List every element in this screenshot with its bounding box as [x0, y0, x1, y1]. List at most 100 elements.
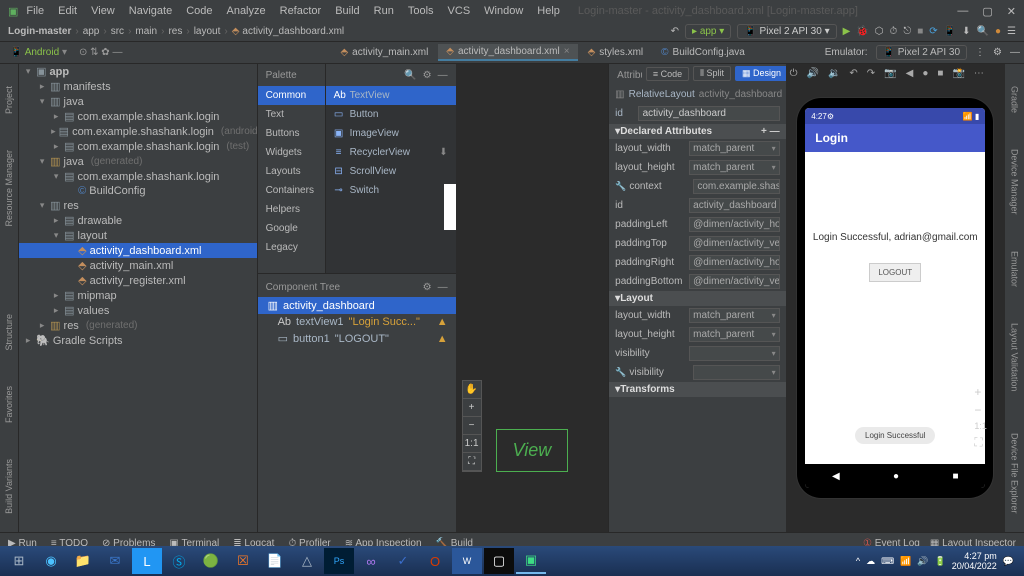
emu-power-icon[interactable]: ⏻ — [790, 68, 798, 79]
menu-build[interactable]: Build — [329, 3, 365, 19]
palette-cat-buttons[interactable]: Buttons — [258, 124, 325, 143]
mode-split[interactable]: ⫴ Split — [693, 66, 731, 81]
menu-window[interactable]: Window — [478, 3, 529, 19]
crumb-src[interactable]: src — [111, 26, 124, 37]
menu-run[interactable]: Run — [368, 3, 400, 19]
notif-icon[interactable]: ☰ — [1007, 26, 1016, 37]
add-attr-icon[interactable]: + — — [761, 126, 780, 137]
hide-icon[interactable]: — — [1010, 47, 1020, 58]
run-config-selector[interactable]: ▸ app ▾ — [685, 24, 731, 39]
emu-zoom-full[interactable]: ⛶ — [974, 435, 987, 450]
tool-device-manager[interactable]: Device Manager — [1009, 149, 1019, 215]
zoom-full-icon[interactable]: ⛶ — [463, 453, 481, 471]
coverage-icon[interactable]: ⬡ — [875, 26, 884, 37]
ctree-textview[interactable]: Ab textView1 "Login Succ..."▲ — [258, 314, 456, 330]
crumb-app[interactable]: app — [83, 26, 100, 37]
tb-vs[interactable]: ∞ — [356, 548, 386, 574]
palette-textview[interactable]: AbTextView — [326, 86, 456, 105]
tray-onedrive-icon[interactable]: ☁ — [866, 556, 875, 567]
tray-sound-icon[interactable]: 🔊 — [917, 556, 928, 567]
tray-date[interactable]: 20/04/2022 — [952, 561, 997, 571]
tray-notif-icon[interactable]: 💬 — [1003, 556, 1014, 567]
palette-cat-google[interactable]: Google — [258, 219, 325, 238]
more-icon[interactable]: ⋮ — [975, 47, 985, 58]
tab-activity-main[interactable]: ⬘activity_main.xml — [332, 44, 436, 61]
tb-edge[interactable]: ◉ — [36, 548, 66, 574]
palette-switch[interactable]: ⊸Switch — [326, 181, 456, 200]
ctree-root[interactable]: ▥ activity_dashboard — [258, 297, 456, 314]
tool-gradle[interactable]: Gradle — [1009, 86, 1019, 113]
crumb-res[interactable]: res — [168, 26, 182, 37]
tray-time[interactable]: 4:27 pm — [952, 551, 997, 561]
search-icon[interactable]: 🔍 — [977, 26, 989, 37]
emu-back-icon[interactable]: ◀ — [906, 68, 914, 79]
attr-visibility[interactable] — [689, 346, 779, 361]
nav-overview-icon[interactable]: ■ — [952, 471, 958, 482]
menu-tools[interactable]: Tools — [402, 3, 440, 19]
palette-cat-layouts[interactable]: Layouts — [258, 162, 325, 181]
zoom-in-icon[interactable]: + — [463, 399, 481, 417]
design-surface[interactable]: ✋ + − 1:1 ⛶ View — [456, 64, 609, 532]
palette-scrollview[interactable]: ⊟ScrollView — [326, 162, 456, 181]
palette-button[interactable]: ▭Button — [326, 105, 456, 124]
tb-mail[interactable]: ✉ — [100, 548, 130, 574]
tab-buildconfig[interactable]: ©BuildConfig.java — [653, 44, 753, 61]
avd-icon[interactable]: 📱 — [944, 26, 956, 37]
tb-xampp[interactable]: ☒ — [228, 548, 258, 574]
tool-structure[interactable]: Structure — [4, 314, 14, 351]
tree-collapse-icon[interactable]: ⊙ ⇅ ✿ — — [79, 47, 122, 58]
tb-app-l[interactable]: L — [132, 548, 162, 574]
menu-file[interactable]: File — [20, 3, 50, 19]
menu-vcs[interactable]: VCS — [442, 3, 477, 19]
tool-favorites[interactable]: Favorites — [4, 386, 14, 423]
zoom-pan-icon[interactable]: ✋ — [463, 381, 481, 399]
gear-icon[interactable]: ⚙ — [993, 47, 1002, 58]
ctree-button[interactable]: ▭ button1 "LOGOUT"▲ — [258, 330, 456, 347]
menu-navigate[interactable]: Navigate — [123, 3, 178, 19]
tb-gdrive[interactable]: △ — [292, 548, 322, 574]
menu-help[interactable]: Help — [531, 3, 566, 19]
emu-volup-icon[interactable]: 🔊 — [807, 68, 819, 79]
tray-lang-icon[interactable]: ⌨ — [881, 556, 894, 567]
emu-zoom-fit[interactable]: 1:1 — [974, 421, 987, 431]
attr-padtop[interactable]: @dimen/activity_vertical — [689, 236, 779, 251]
attr-context[interactable]: com.example.shashank.lo — [693, 179, 779, 194]
back-icon[interactable]: ↶ — [671, 26, 679, 37]
crumb-layout[interactable]: layout — [194, 26, 221, 37]
zoom-fit-icon[interactable]: 1:1 — [463, 435, 481, 453]
tray-wifi-icon[interactable]: 📶 — [900, 556, 911, 567]
menu-analyze[interactable]: Analyze — [220, 3, 271, 19]
emu-overview-icon[interactable]: ■ — [937, 68, 943, 79]
tb-chrome[interactable]: 🟢 — [196, 548, 226, 574]
sync-icon[interactable]: ⟳ — [929, 26, 937, 37]
palette-search-icon[interactable]: 🔍 — [404, 70, 416, 81]
nav-home-icon[interactable]: ● — [893, 471, 899, 482]
tb-photoshop[interactable]: Ps — [324, 548, 354, 574]
palette-gear-icon[interactable]: ⚙ — [423, 70, 432, 81]
emu-cam-icon[interactable]: 📸 — [952, 68, 964, 79]
palette-cat-widgets[interactable]: Widgets — [258, 143, 325, 162]
menu-view[interactable]: View — [85, 3, 121, 19]
emu-zoom-out[interactable]: − — [974, 403, 987, 417]
attr-l-height[interactable]: match_parent — [689, 327, 779, 342]
tb-libre[interactable]: 📄 — [260, 548, 290, 574]
tab-styles[interactable]: ⬘styles.xml — [580, 44, 652, 61]
menu-edit[interactable]: Edit — [52, 3, 83, 19]
tool-emulator[interactable]: Emulator — [1009, 251, 1019, 287]
palette-imageview[interactable]: ▣ImageView — [326, 124, 456, 143]
emu-zoom-in[interactable]: + — [974, 385, 987, 399]
mode-code[interactable]: ≡ Code — [646, 67, 689, 81]
tray-expand-icon[interactable]: ^ — [856, 556, 860, 566]
tool-layout-validation[interactable]: Layout Validation — [1009, 323, 1019, 391]
palette-cat-legacy[interactable]: Legacy — [258, 238, 325, 257]
attr-padright[interactable]: @dimen/activity_horizon — [689, 255, 779, 270]
tab-activity-dashboard[interactable]: ⬘activity_dashboard.xml × — [438, 44, 577, 61]
emulator-device[interactable]: 📱 Pixel 2 API 30 — [876, 45, 968, 60]
profile-icon[interactable]: ⏱ — [890, 26, 898, 37]
emu-rotl-icon[interactable]: ↶ — [849, 68, 857, 79]
palette-cat-containers[interactable]: Containers — [258, 181, 325, 200]
attr-id-input[interactable] — [638, 106, 780, 121]
menu-refactor[interactable]: Refactor — [274, 3, 328, 19]
blueprint-root-view[interactable]: View — [496, 429, 569, 472]
debug-icon[interactable]: 🐞 — [856, 26, 868, 37]
